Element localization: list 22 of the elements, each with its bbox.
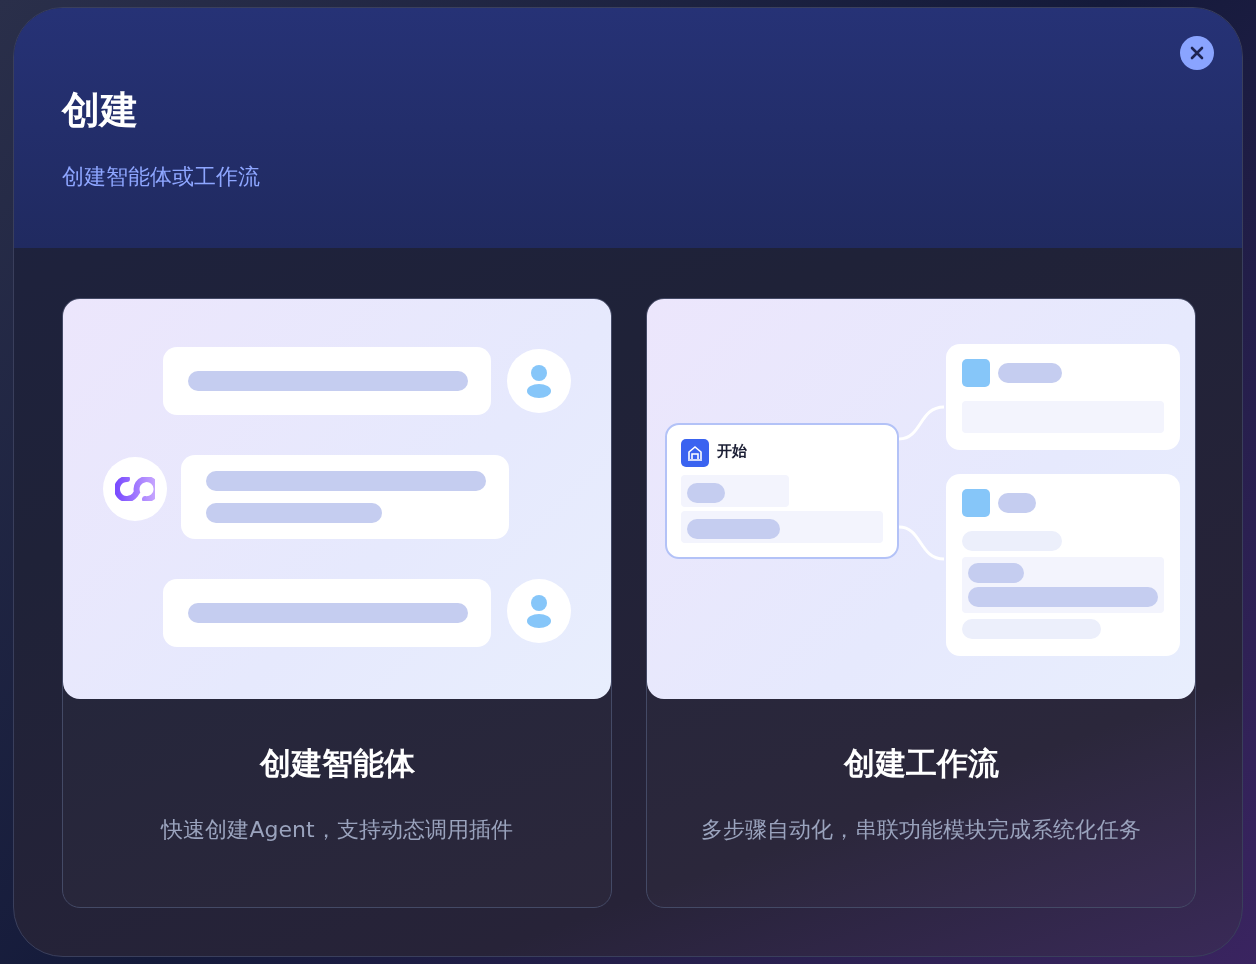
placeholder-bar: [998, 363, 1062, 383]
home-icon: [681, 439, 709, 467]
start-label: 开始: [717, 442, 747, 461]
card-title: 创建智能体: [259, 744, 415, 783]
node-square-icon: [962, 359, 990, 387]
dialog-title: 创建: [62, 90, 139, 132]
placeholder-bar: [687, 483, 725, 503]
close-icon: [1190, 46, 1204, 60]
loop-logo-icon: [115, 477, 155, 501]
card-description: 多步骤自动化，串联功能模块完成系统化任务: [701, 816, 1141, 844]
connector-line: [898, 525, 945, 561]
node-square-icon: [962, 489, 990, 517]
placeholder-bar: [998, 493, 1036, 513]
card-description: 快速创建Agent，支持动态调用插件: [161, 816, 513, 844]
card-title: 创建工作流: [843, 744, 999, 783]
user-icon: [526, 364, 552, 398]
option-card[interactable]: 开始 创建工作流 多步骤自动化，串联功能模块完成系统化任务: [646, 298, 1196, 908]
placeholder-bar: [968, 563, 1024, 583]
option-card[interactable]: 创建智能体 快速创建Agent，支持动态调用插件: [62, 298, 612, 908]
connector-line: [898, 405, 945, 441]
dialog-subtitle: 创建智能体或工作流: [62, 162, 261, 191]
user-icon: [526, 594, 552, 628]
